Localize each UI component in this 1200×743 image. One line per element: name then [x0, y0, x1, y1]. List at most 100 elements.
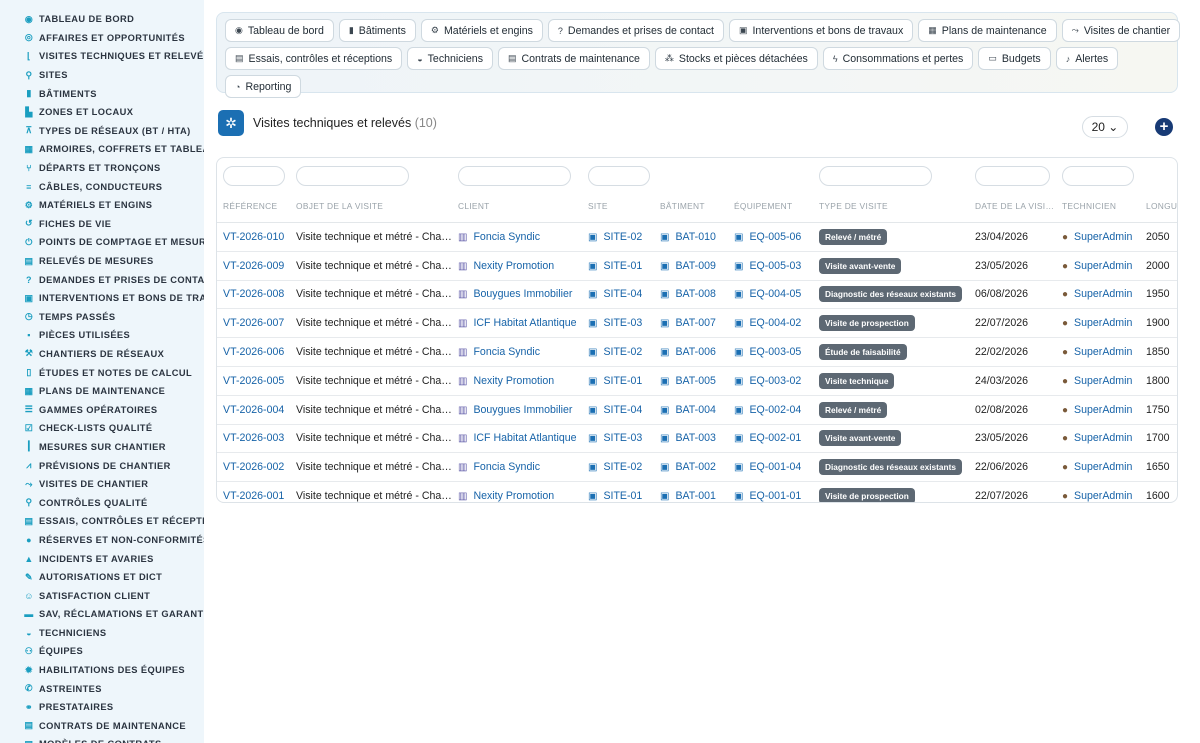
nav-pill-0-3[interactable]: ? Demandes et prises de contact [547, 19, 724, 42]
cell-link[interactable]: Nexity Promotion [473, 375, 554, 387]
table-row[interactable]: VT-2026-007 Visite technique et métré - C… [217, 308, 1177, 339]
cell-link[interactable]: SITE-02 [603, 346, 642, 358]
sidebar-item-20[interactable]: ▦ PLANS DE MAINTENANCE [0, 382, 204, 401]
nav-pill-0-0[interactable]: ◉ Tableau de bord [225, 19, 334, 42]
add-record-button[interactable]: + [1155, 118, 1173, 136]
cell-link[interactable]: SITE-03 [603, 317, 642, 329]
cell-link[interactable]: EQ-001-04 [749, 461, 801, 473]
cell-link[interactable]: BAT-009 [675, 260, 715, 272]
reference-link[interactable]: VT-2026-004 [223, 404, 284, 416]
table-row[interactable]: VT-2026-002 Visite technique et métré - C… [217, 452, 1177, 483]
sidebar-item-33[interactable]: ◒ TECHNICIENS [0, 624, 204, 643]
cell-link[interactable]: Foncia Syndic [473, 346, 540, 358]
reference-link[interactable]: VT-2026-002 [223, 461, 284, 473]
sidebar-item-24[interactable]: ⩘ PRÉVISIONS DE CHANTIER [0, 456, 204, 475]
cell-link[interactable]: SITE-01 [603, 490, 642, 502]
sidebar-item-17[interactable]: ▪ PIÈCES UTILISÉES [0, 326, 204, 345]
nav-pill-0-6[interactable]: ⤳ Visites de chantier [1061, 19, 1181, 42]
table-row[interactable]: VT-2026-005 Visite technique et métré - C… [217, 366, 1177, 396]
cell-link[interactable]: Bouygues Immobilier [473, 404, 572, 416]
reference-link[interactable]: VT-2026-007 [223, 317, 284, 329]
column-header[interactable]: SITE [582, 190, 654, 223]
cell-link[interactable]: EQ-003-05 [749, 346, 801, 358]
cell-link[interactable]: SITE-02 [603, 231, 642, 243]
reference-link[interactable]: VT-2026-008 [223, 288, 284, 300]
nav-pill-2-0[interactable]: ◔ Reporting [225, 75, 302, 98]
cell-link[interactable]: SITE-03 [603, 432, 642, 444]
table-row[interactable]: VT-2026-004 Visite technique et métré - C… [217, 395, 1177, 425]
nav-pill-1-6[interactable]: ♪ Alertes [1055, 47, 1119, 70]
cell-link[interactable]: EQ-005-03 [749, 260, 801, 272]
nav-pill-1-5[interactable]: ▭ Budgets [978, 47, 1051, 70]
sidebar-item-6[interactable]: ⊼ TYPES DE RÉSEAUX (BT / HTA) [0, 122, 204, 141]
sidebar-item-27[interactable]: ▤ ESSAIS, CONTRÔLES ET RÉCEPTIONS [0, 512, 204, 531]
sidebar-item-16[interactable]: ◷ TEMPS PASSÉS [0, 308, 204, 327]
sidebar-item-0[interactable]: ◉ TABLEAU DE BORD [0, 10, 204, 29]
sidebar-item-35[interactable]: ✹ HABILITATIONS DES ÉQUIPES [0, 661, 204, 680]
table-row[interactable]: VT-2026-001 Visite technique et métré - C… [217, 481, 1177, 502]
column-filter-input[interactable] [975, 166, 1050, 186]
sidebar-item-14[interactable]: ? DEMANDES ET PRISES DE CONTACT [0, 270, 204, 289]
sidebar-item-38[interactable]: ▤ CONTRATS DE MAINTENANCE [0, 717, 204, 736]
nav-pill-1-2[interactable]: ▤ Contrats de maintenance [498, 47, 650, 70]
cell-link[interactable]: SuperAdmin [1074, 490, 1132, 502]
cell-link[interactable]: SITE-04 [603, 404, 642, 416]
column-filter-input[interactable] [296, 166, 409, 186]
sidebar-item-25[interactable]: ⤳ VISITES DE CHANTIER [0, 475, 204, 494]
sidebar-item-5[interactable]: ▙ ZONES ET LOCAUX [0, 103, 204, 122]
cell-link[interactable]: EQ-004-02 [749, 317, 801, 329]
nav-pill-0-2[interactable]: ⚙ Matériels et engins [420, 19, 543, 42]
cell-link[interactable]: SuperAdmin [1074, 346, 1132, 358]
sidebar-item-32[interactable]: ▬ SAV, RÉCLAMATIONS ET GARANTIES [0, 605, 204, 624]
cell-link[interactable]: SuperAdmin [1074, 375, 1132, 387]
reference-link[interactable]: VT-2026-010 [223, 231, 284, 243]
sidebar-item-11[interactable]: ↺ FICHES DE VIE [0, 215, 204, 234]
sidebar-item-36[interactable]: ✆ ASTREINTES [0, 679, 204, 698]
column-header[interactable]: RÉFÉRENCE [217, 190, 290, 223]
sidebar-item-31[interactable]: ☺ SATISFACTION CLIENT [0, 586, 204, 605]
cell-link[interactable]: SITE-04 [603, 288, 642, 300]
cell-link[interactable]: ICF Habitat Atlantique [473, 432, 576, 444]
cell-link[interactable]: ICF Habitat Atlantique [473, 317, 576, 329]
sidebar-item-12[interactable]: ⏻ POINTS DE COMPTAGE ET MESURE [0, 233, 204, 252]
cell-link[interactable]: BAT-008 [675, 288, 715, 300]
cell-link[interactable]: EQ-002-01 [749, 432, 801, 444]
column-header[interactable]: BÂTIMENT [654, 190, 728, 223]
sidebar-item-37[interactable]: ⚭ PRESTATAIRES [0, 698, 204, 717]
cell-link[interactable]: SuperAdmin [1074, 432, 1132, 444]
cell-link[interactable]: BAT-005 [675, 375, 715, 387]
cell-link[interactable]: SuperAdmin [1074, 260, 1132, 272]
cell-link[interactable]: SuperAdmin [1074, 231, 1132, 243]
sidebar-item-9[interactable]: ≡ CÂBLES, CONDUCTEURS [0, 177, 204, 196]
sidebar-item-2[interactable]: ⌊ VISITES TECHNIQUES ET RELEVÉS [0, 47, 204, 66]
cell-link[interactable]: Nexity Promotion [473, 260, 554, 272]
table-row[interactable]: VT-2026-008 Visite technique et métré - C… [217, 280, 1177, 310]
sidebar-item-4[interactable]: ▮ BÂTIMENTS [0, 84, 204, 103]
sidebar-item-28[interactable]: ● RÉSERVES ET NON-CONFORMITÉS [0, 531, 204, 550]
sidebar-item-1[interactable]: ◎ AFFAIRES ET OPPORTUNITÉS [0, 29, 204, 48]
column-header[interactable]: LONGUEUR [1140, 190, 1177, 223]
cell-link[interactable]: SuperAdmin [1074, 288, 1132, 300]
cell-link[interactable]: SITE-02 [603, 461, 642, 473]
page-size-select[interactable]: 20 ⌄ [1082, 116, 1128, 138]
cell-link[interactable]: SITE-01 [603, 375, 642, 387]
reference-link[interactable]: VT-2026-005 [223, 375, 284, 387]
sidebar-item-15[interactable]: ▣ INTERVENTIONS ET BONS DE TRAVAUX [0, 289, 204, 308]
cell-link[interactable]: EQ-002-04 [749, 404, 801, 416]
nav-pill-1-3[interactable]: ⁂ Stocks et pièces détachées [654, 47, 818, 70]
column-header[interactable]: TYPE DE VISITE [813, 190, 969, 223]
cell-link[interactable]: Foncia Syndic [473, 231, 540, 243]
cell-link[interactable]: Nexity Promotion [473, 490, 554, 502]
sidebar-item-29[interactable]: ▲ INCIDENTS ET AVARIES [0, 549, 204, 568]
reference-link[interactable]: VT-2026-006 [223, 346, 284, 358]
sidebar-item-26[interactable]: ⚲ CONTRÔLES QUALITÉ [0, 493, 204, 512]
column-filter-input[interactable] [819, 166, 932, 186]
sidebar-item-30[interactable]: ✎ AUTORISATIONS ET DICT [0, 568, 204, 587]
cell-link[interactable]: EQ-003-02 [749, 375, 801, 387]
reference-link[interactable]: VT-2026-001 [223, 490, 284, 502]
column-header[interactable]: TECHNICIEN [1056, 190, 1140, 223]
cell-link[interactable]: SITE-01 [603, 260, 642, 272]
cell-link[interactable]: Bouygues Immobilier [473, 288, 572, 300]
sidebar-item-3[interactable]: ⚲ SITES [0, 66, 204, 85]
cell-link[interactable]: BAT-004 [675, 404, 715, 416]
